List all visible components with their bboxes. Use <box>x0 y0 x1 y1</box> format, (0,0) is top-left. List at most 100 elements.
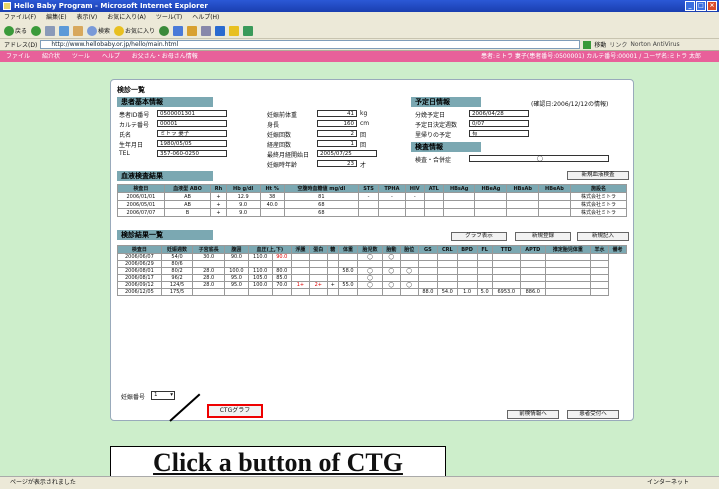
app-menu-referral[interactable]: 紹介状 <box>42 53 60 60</box>
cell <box>590 267 609 275</box>
print-icon[interactable] <box>201 25 212 36</box>
links-label[interactable]: リンク <box>609 40 627 49</box>
edit-icon[interactable] <box>215 25 226 36</box>
refresh-icon[interactable] <box>59 25 70 36</box>
table-row[interactable]: 2006/05/01 AB +9.0 40.0 68 株式会社ミトラ <box>117 200 627 209</box>
cell: + <box>210 208 227 217</box>
history-icon[interactable] <box>173 25 184 36</box>
cell <box>417 253 439 261</box>
cell <box>476 274 493 282</box>
cell: ◯ <box>357 267 383 275</box>
cell: 2006/01/01 <box>117 192 165 201</box>
cell <box>519 274 546 282</box>
cell <box>537 192 572 201</box>
search-button[interactable]: 検索 <box>87 25 110 36</box>
cell: 1+ <box>291 281 310 289</box>
schedule-section-header: 予定日情報 <box>411 97 481 107</box>
table-row[interactable]: 2006/06/07 54/0 30.0 90.0 110.0 90.0 ◯ ◯ <box>117 253 627 261</box>
cell <box>519 253 546 261</box>
app-menu-parent-info[interactable]: お父さん・お母さん情報 <box>132 53 198 60</box>
table-row[interactable]: 2006/06/29 80/6 <box>117 260 627 268</box>
internet-zone: インターネット <box>646 479 689 486</box>
new-register-button[interactable]: 新規登録 <box>515 232 571 241</box>
blood-col: ATL <box>423 184 444 193</box>
address-label: アドレス(D) <box>4 42 38 49</box>
app-menu-tools[interactable]: ツール <box>72 53 90 60</box>
cell: B <box>163 208 212 217</box>
new-entry-button[interactable]: 新規記入 <box>577 232 629 241</box>
forward-arrow-icon[interactable] <box>31 25 42 36</box>
chart-number-value: 00001 <box>157 120 227 127</box>
age-value: 23 <box>317 160 357 167</box>
homecoming-value: 有 <box>469 130 529 137</box>
favorites-button[interactable]: お気に入り <box>114 25 155 36</box>
back-button[interactable]: 戻る <box>4 25 27 36</box>
address-bar: アドレス(D) http://www.hellobaby.or.jp/hello… <box>0 39 719 51</box>
cell <box>456 267 478 275</box>
app-menu-help[interactable]: ヘルプ <box>102 53 120 60</box>
age-label: 妊娠時年齢 <box>267 162 298 169</box>
stop-icon[interactable] <box>45 25 56 36</box>
cell <box>399 288 419 296</box>
table-row[interactable]: 2006/07/07 B +9.0 68 株式会社ミトラ <box>117 208 627 217</box>
cell <box>378 200 406 209</box>
new-blood-test-button[interactable]: 新規血液検査 <box>567 171 629 180</box>
cell: 9.0 <box>225 208 261 217</box>
menu-help[interactable]: ヘルプ(H) <box>192 14 219 21</box>
cell: 28.0 <box>192 274 225 282</box>
address-input[interactable]: http://www.hellobaby.or.jp/hello/main.ht… <box>40 40 581 49</box>
cell: - <box>358 192 380 201</box>
cell: 58.0 <box>337 267 359 275</box>
cell <box>326 274 339 282</box>
cell <box>308 260 328 268</box>
exam-section-header: 検査情報 <box>411 142 481 152</box>
menu-view[interactable]: 表示(V) <box>76 14 97 21</box>
tel-value: 357-060-0250 <box>157 150 227 157</box>
chevron-down-icon: ▾ <box>170 392 173 398</box>
cell <box>437 274 458 282</box>
prev-info-button[interactable]: 前検情報へ <box>507 410 559 419</box>
cell <box>476 281 493 289</box>
status-bar: ページが表示されました インターネット <box>0 476 719 489</box>
cell: 2006/05/01 <box>117 200 165 209</box>
menu-file[interactable]: ファイル(F) <box>4 14 36 21</box>
cell <box>544 253 592 261</box>
table-row[interactable]: 2006/08/01 80/2 28.0 100.0 110.0 80.0 58.0 ◯ ◯ ◯ <box>117 267 627 275</box>
cell <box>404 200 425 209</box>
cell <box>381 260 401 268</box>
app-menu-file[interactable]: ファイル <box>6 53 30 60</box>
norton-button[interactable]: Norton AntiVirus <box>630 41 679 48</box>
cell <box>506 192 539 201</box>
go-icon[interactable] <box>583 40 592 49</box>
folder-icon[interactable] <box>229 25 240 36</box>
table-row[interactable]: 2006/09/12 124/5 28.0 95.0 100.0 70.0 1+ 2+ +55.… <box>117 281 627 289</box>
cell <box>271 260 293 268</box>
home-icon[interactable] <box>73 25 84 36</box>
menu-edit[interactable]: 編集(E) <box>46 14 66 21</box>
close-button[interactable]: × <box>707 1 717 11</box>
app-menubar: ファイル 紹介状 ツール ヘルプ お父さん・お母さん情報 患者:ミトラ 妻子(患… <box>0 51 719 62</box>
media-icon[interactable] <box>159 25 170 36</box>
table-row[interactable]: 2006/08/17 96/2 28.0 95.0 105.0 85.0 ◯ <box>117 274 627 282</box>
cell <box>442 208 476 217</box>
ctg-graph-button[interactable]: CTGグラフ <box>207 404 263 418</box>
lmp-value: 2005/07/25 <box>317 150 377 157</box>
birthdate-label: 生年月日 <box>119 142 144 149</box>
graph-view-button[interactable]: グラフ表示 <box>451 232 507 241</box>
table-row[interactable]: 2006/12/05 175/5 88.0 54.0 1.0 5.0 6953.0 886.0 <box>117 288 627 296</box>
pregnancies-value: 2 <box>317 130 357 137</box>
pregnancy-number-select[interactable]: 1 ▾ <box>151 391 175 400</box>
cell: 90.0 <box>223 253 249 261</box>
table-row[interactable]: 2006/01/01 AB +12.9 38 81- - - 株式会社ミトラ <box>117 192 627 201</box>
menu-favorites[interactable]: お気に入り(A) <box>107 14 146 21</box>
cell <box>381 288 401 296</box>
mail-icon[interactable] <box>187 25 198 36</box>
menu-tools[interactable]: ツール(T) <box>156 14 182 21</box>
cell <box>271 288 293 296</box>
messenger-icon[interactable] <box>243 25 254 36</box>
patient-reception-button[interactable]: 患者受付へ <box>567 410 619 419</box>
go-button[interactable]: 移動 <box>594 40 606 49</box>
cell <box>506 208 539 217</box>
maximize-button[interactable]: □ <box>696 1 706 11</box>
minimize-button[interactable]: _ <box>685 1 695 11</box>
